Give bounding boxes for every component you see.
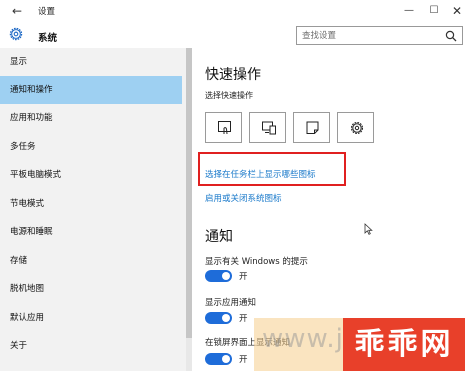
app-notifications-toggle[interactable] xyxy=(205,312,232,324)
sidebar-item-tablet-mode[interactable]: 平板电脑模式 xyxy=(0,161,182,189)
sidebar-item-apps-features[interactable]: 应用和功能 xyxy=(0,104,182,132)
sidebar-item-default-apps[interactable]: 默认应用 xyxy=(0,304,182,332)
lockscreen-notifications-toggle-state: 开 xyxy=(239,355,248,365)
connect-icon xyxy=(262,121,276,135)
sidebar-item-offline-maps[interactable]: 脱机地图 xyxy=(0,275,182,303)
window-title: 设置 xyxy=(38,7,56,17)
close-icon[interactable]: ✕ xyxy=(444,1,465,21)
sidebar-item-battery-saver[interactable]: 节电模式 xyxy=(0,190,182,218)
title-bar: ← 设置 — ☐ ✕ xyxy=(0,0,465,22)
sidebar-item-storage[interactable]: 存储 xyxy=(0,247,182,275)
tablet-mode-icon xyxy=(218,121,231,135)
quick-action-tile-tablet-mode[interactable] xyxy=(205,112,242,143)
page-title: 系统 xyxy=(38,33,58,44)
settings-icon xyxy=(350,121,364,135)
search-input[interactable] xyxy=(297,27,437,44)
sidebar-item-power-sleep[interactable]: 电源和睡眠 xyxy=(0,218,182,246)
back-arrow-icon[interactable]: ← xyxy=(8,2,26,20)
app-notifications-toggle-state: 开 xyxy=(239,314,248,324)
app-notifications-label: 显示应用通知 xyxy=(205,298,257,308)
sidebar-item-display[interactable]: 显示 xyxy=(0,48,182,76)
windows-tips-label: 显示有关 Windows 的提示 xyxy=(205,257,308,267)
quick-actions-heading: 快速操作 xyxy=(205,67,261,83)
windows-tips-toggle[interactable] xyxy=(205,270,232,282)
sidebar-item-notifications-actions[interactable]: 通知和操作 xyxy=(0,76,182,104)
quick-action-tile-settings[interactable] xyxy=(337,112,374,143)
mouse-cursor-icon xyxy=(364,223,373,235)
search-icon[interactable] xyxy=(445,30,457,42)
quick-action-tile-connect[interactable] xyxy=(249,112,286,143)
watermark-logo: 乖乖网 xyxy=(343,318,465,371)
gear-icon xyxy=(9,27,23,41)
lockscreen-notifications-toggle[interactable] xyxy=(205,353,232,365)
sidebar-item-multitasking[interactable]: 多任务 xyxy=(0,133,182,161)
search-box[interactable] xyxy=(296,26,463,45)
quick-actions-subtitle: 选择快速操作 xyxy=(205,91,253,100)
system-icons-link[interactable]: 启用或关闭系统图标 xyxy=(205,192,282,204)
quick-action-tile-note[interactable] xyxy=(293,112,330,143)
sidebar-item-about[interactable]: 关于 xyxy=(0,332,182,360)
page-header: 系统 xyxy=(0,22,465,48)
taskbar-icons-link[interactable]: 选择在任务栏上显示哪些图标 xyxy=(205,168,316,180)
note-icon xyxy=(306,121,319,134)
windows-tips-toggle-state: 开 xyxy=(239,272,248,282)
minimize-icon[interactable]: — xyxy=(396,1,422,21)
notifications-heading: 通知 xyxy=(205,229,233,245)
sidebar: 显示 通知和操作 应用和功能 多任务 平板电脑模式 节电模式 电源和睡眠 存储 … xyxy=(0,48,186,371)
